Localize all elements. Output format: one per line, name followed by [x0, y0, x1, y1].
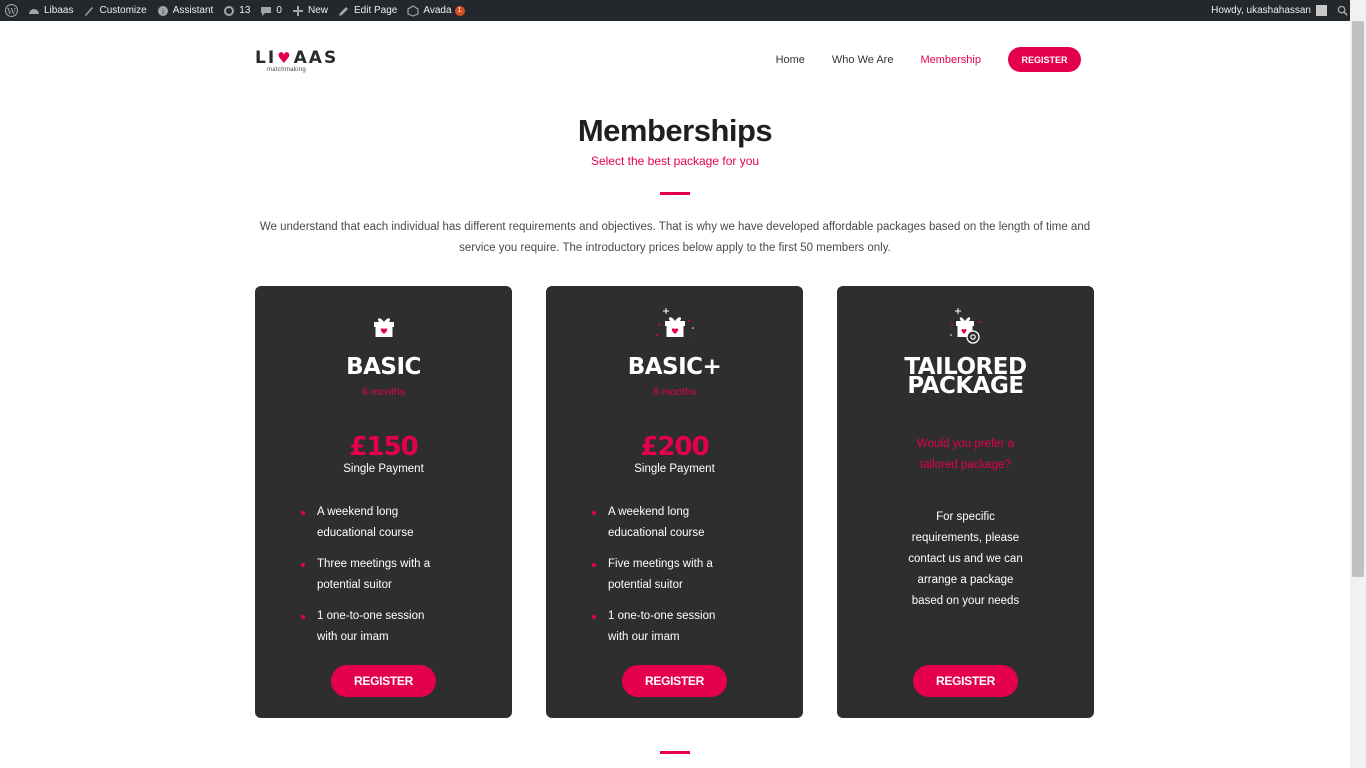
wordpress-icon: W	[5, 4, 18, 17]
updates-icon	[224, 5, 235, 16]
updates-link[interactable]: 13	[218, 0, 255, 21]
svg-text:W: W	[7, 7, 16, 17]
nav-home[interactable]: Home	[776, 54, 805, 66]
plan-title: TAILORED PACKAGE	[837, 356, 1094, 399]
customize-label: Customize	[99, 5, 147, 16]
search-icon[interactable]	[1337, 5, 1348, 16]
basic-plus-register-button[interactable]: REGISTER	[622, 665, 727, 697]
comments-count: 0	[276, 5, 282, 16]
gift-icon	[373, 318, 394, 337]
plan-price: £150	[349, 432, 418, 462]
avada-label: Avada	[423, 5, 452, 16]
feature-list: A weekend long educational course Five m…	[592, 502, 782, 658]
section-divider	[660, 751, 690, 754]
tailored-question-text: Would you prefer a tailored package?	[917, 438, 1014, 471]
comment-icon	[261, 6, 272, 16]
feature-item: 1 one-to-one session with our imam	[592, 606, 738, 648]
dashboard-icon	[29, 8, 39, 14]
assistant-icon: i	[157, 5, 168, 16]
plan-payment-type: Single Payment	[634, 463, 715, 475]
nav-who-we-are[interactable]: Who We Are	[832, 54, 894, 66]
feature-list: A weekend long educational course Three …	[301, 502, 491, 658]
nav-membership[interactable]: Membership	[920, 54, 981, 66]
scrollbar-thumb[interactable]	[1352, 21, 1364, 577]
site-name-link[interactable]: Libaas	[23, 0, 78, 21]
plan-title: BASIC+	[627, 354, 722, 380]
page-subtitle: Select the best package for you	[590, 154, 760, 168]
updates-count: 13	[239, 5, 251, 16]
plan-price: £200	[640, 432, 709, 462]
wordpress-logo-button[interactable]: W	[0, 0, 23, 21]
admin-bar: W Libaas Customize i Assistant 13 0 New	[0, 0, 1366, 21]
heart-icon: ♥	[277, 49, 293, 67]
logo-text-left: LI	[255, 48, 277, 68]
plan-duration: 8 months	[652, 386, 697, 398]
plan-duration: 6 months	[361, 386, 406, 398]
pencil-icon	[339, 6, 348, 16]
plan-title-line-2: PACKAGE	[907, 373, 1024, 399]
new-label: New	[307, 5, 328, 16]
plus-icon	[292, 5, 303, 16]
new-content-link[interactable]: New	[287, 0, 333, 21]
comments-link[interactable]: 0	[255, 0, 287, 21]
plan-card-basic: BASIC 6 months £150 Single Payment A wee…	[255, 286, 512, 718]
customize-link[interactable]: Customize	[78, 0, 151, 21]
assistant-label: Assistant	[172, 5, 214, 16]
plan-card-basic-plus: BASIC+ 8 months £200 Single Payment A we…	[546, 286, 803, 718]
logo-text-right: AAS	[293, 48, 339, 68]
scrollbar[interactable]	[1350, 0, 1366, 768]
title-divider	[660, 192, 690, 195]
page-title: Memberships	[577, 113, 773, 148]
intro-text: We understand that each individual has d…	[259, 221, 1091, 254]
tailored-question: Would you prefer a tailored package?	[837, 434, 1094, 476]
tailored-register-button[interactable]: REGISTER	[913, 665, 1018, 697]
edit-page-link[interactable]: Edit Page	[333, 0, 402, 21]
gift-sparkle-icon	[655, 308, 694, 337]
avatar[interactable]	[1316, 5, 1327, 16]
tailored-description-text: For specific requirements, please contac…	[908, 511, 1023, 607]
gift-custom-icon	[949, 308, 981, 344]
plan-title: BASIC	[346, 354, 421, 380]
brush-icon	[85, 6, 94, 16]
main-navigation: Home Who We Are Membership REGISTER	[749, 47, 1081, 72]
feature-item: 1 one-to-one session with our imam	[301, 606, 447, 648]
logo-tagline: matchmaking	[267, 67, 306, 73]
account-greeting[interactable]: Howdy, ukashahassan	[1211, 5, 1311, 16]
tailored-description: For specific requirements, please contac…	[837, 507, 1094, 612]
plan-card-tailored: TAILORED PACKAGE Would you prefer a tail…	[837, 286, 1094, 718]
feature-item: A weekend long educational course	[592, 502, 738, 544]
avada-link[interactable]: Avada 1	[402, 0, 469, 21]
basic-register-button[interactable]: REGISTER	[331, 665, 436, 697]
notification-badge: 1	[454, 5, 465, 16]
feature-item: A weekend long educational course	[301, 502, 447, 544]
header-register-button[interactable]: REGISTER	[1008, 47, 1081, 72]
feature-item: Five meetings with a potential suitor	[592, 554, 738, 596]
avada-icon	[407, 4, 419, 17]
site-logo[interactable]: LI ♥ AAS matchmaking	[255, 48, 336, 76]
assistant-link[interactable]: i Assistant	[152, 0, 219, 21]
logo-wordmark: LI ♥ AAS	[255, 48, 336, 68]
edit-page-label: Edit Page	[354, 5, 398, 16]
plan-payment-type: Single Payment	[343, 463, 424, 475]
site-name-label: Libaas	[44, 5, 74, 16]
feature-item: Three meetings with a potential suitor	[301, 554, 447, 596]
